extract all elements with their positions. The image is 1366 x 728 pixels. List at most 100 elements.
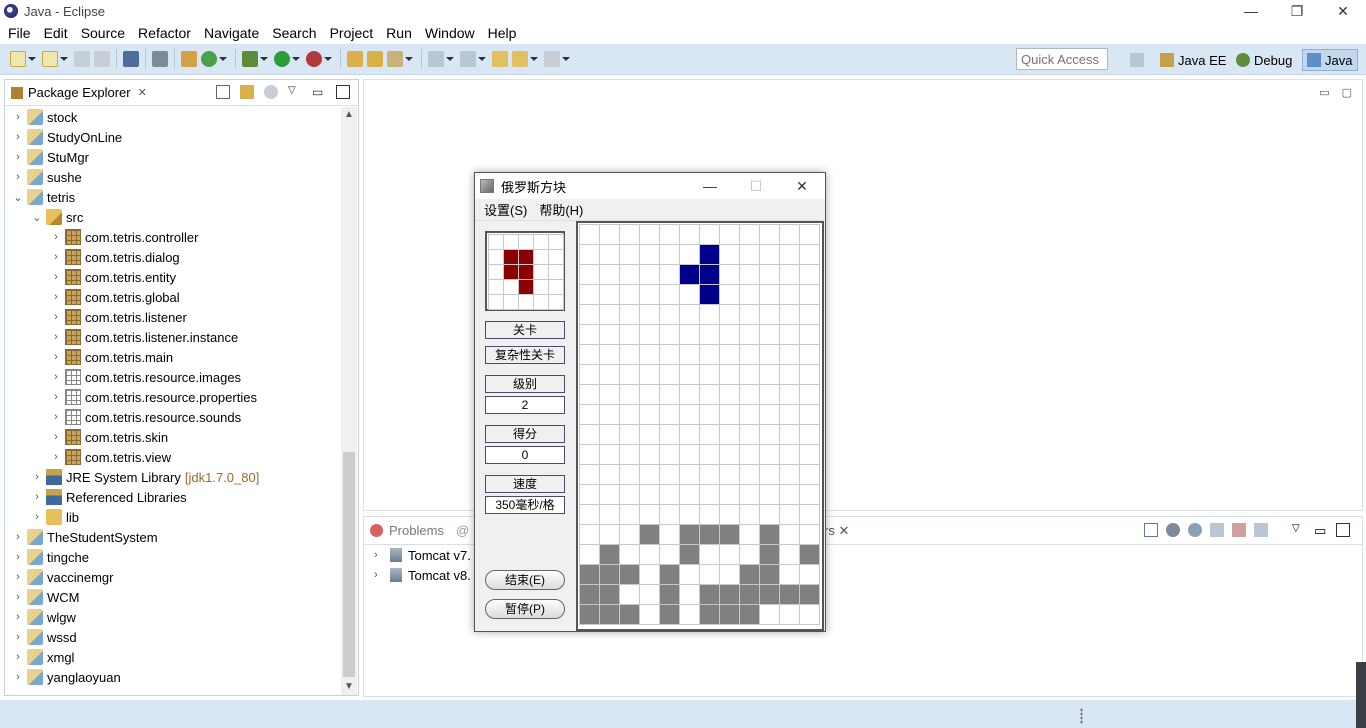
tree-item[interactable]: › StudyOnLine [11,127,122,147]
open-task-icon[interactable] [367,51,383,67]
debug-dropdown-icon[interactable] [260,55,268,63]
tree-item[interactable]: › com.tetris.entity [49,267,176,287]
menu-help[interactable]: 帮助(H) [539,200,583,219]
tree-item[interactable]: ⌄ src [30,207,83,227]
debug-server-icon[interactable] [1166,523,1180,537]
focus-icon[interactable] [264,85,278,99]
close-button[interactable]: ✕ [1320,0,1366,22]
new-project-dropdown-icon[interactable] [60,55,68,63]
expand-arrow-icon[interactable]: › [11,111,25,123]
menu-settings[interactable]: 设置(S) [484,200,527,219]
expand-arrow-icon[interactable]: › [11,651,25,663]
next-annotation-icon[interactable] [428,51,444,67]
refresh-dropdown-icon[interactable] [219,55,227,63]
stop-server-icon[interactable] [1232,523,1246,537]
publish-icon[interactable] [1254,523,1268,537]
tree-item[interactable]: › com.tetris.main [49,347,173,367]
menu-file[interactable]: File [3,25,36,41]
expand-arrow-icon[interactable]: › [374,569,388,581]
tree-item[interactable]: › com.tetris.resource.properties [49,387,257,407]
run-icon[interactable] [274,51,290,67]
perspective-java-ee[interactable]: Java EE [1160,49,1226,71]
tree-item[interactable]: › yanglaoyuan [11,667,121,687]
debug-icon[interactable] [242,51,258,67]
prev-annotation-dropdown-icon[interactable] [478,55,486,63]
tetris-maximize-button[interactable]: ☐ [733,173,779,199]
open-type-icon[interactable] [181,51,197,67]
expand-arrow-icon[interactable]: › [374,549,388,561]
expand-arrow-icon[interactable]: › [11,171,25,183]
expand-arrow-icon[interactable]: › [11,531,25,543]
view-menu-icon[interactable]: ▽ [1292,523,1306,537]
expand-arrow-icon[interactable]: › [11,611,25,623]
vertical-scrollbar[interactable]: ▲ ▼ [341,107,357,695]
expand-arrow-icon[interactable]: › [30,491,44,503]
tree-item[interactable]: › WCM [11,587,80,607]
tree-item[interactable]: › com.tetris.controller [49,227,198,247]
tree-item[interactable]: › xmgl [11,647,74,667]
collapse-arrow-icon[interactable]: ⌄ [11,191,25,204]
restore-button[interactable]: ❐ [1274,0,1320,22]
tab-package-explorer[interactable]: Package Explorer ✕ [5,80,153,106]
tab-problems[interactable]: Problems [370,523,444,538]
tetris-minimize-button[interactable]: — [687,173,733,199]
minimize-view-icon[interactable]: ▭ [312,85,326,99]
menu-help[interactable]: Help [483,25,522,41]
expand-arrow-icon[interactable]: › [11,131,25,143]
expand-arrow-icon[interactable]: › [49,351,63,363]
new-project-icon[interactable] [42,51,58,67]
link-with-editor-icon[interactable] [240,85,254,99]
expand-arrow-icon[interactable]: › [11,671,25,683]
external-tools-dropdown-icon[interactable] [324,55,332,63]
maximize-editor-icon[interactable]: ▢ [1342,86,1352,99]
expand-arrow-icon[interactable]: › [49,371,63,383]
tree-item[interactable]: › com.tetris.resource.sounds [49,407,241,427]
perspective-debug[interactable]: Debug [1236,49,1292,71]
expand-arrow-icon[interactable]: › [49,431,63,443]
pencil-icon[interactable] [387,51,403,67]
last-edit-icon[interactable] [492,51,508,67]
open-perspective-button[interactable] [1130,49,1148,71]
new-dropdown-icon[interactable] [28,55,36,63]
tree-item[interactable]: › com.tetris.global [49,287,180,307]
minimize-button[interactable]: — [1228,0,1274,22]
minimize-view-icon[interactable]: ▭ [1314,523,1328,538]
tree-item[interactable]: › com.tetris.resource.images [49,367,241,387]
menu-project[interactable]: Project [325,25,379,41]
tree-item[interactable]: › JRE System Library [jdk1.7.0_80] [30,467,259,487]
expand-arrow-icon[interactable]: › [11,631,25,643]
tree-item[interactable]: › wlgw [11,607,76,627]
menu-run[interactable]: Run [381,25,417,41]
tree-item[interactable]: › TheStudentSystem [11,527,158,547]
run-dropdown-icon[interactable] [292,55,300,63]
save-all-icon[interactable] [94,51,110,67]
expand-arrow-icon[interactable]: › [30,511,44,523]
expand-arrow-icon[interactable]: › [11,151,25,163]
new-icon[interactable] [10,51,26,67]
back-arrow-icon[interactable] [512,51,528,67]
pause-button[interactable]: 暂停(P) [485,599,565,619]
server-tomcat8[interactable]: › Tomcat v8. [374,565,471,585]
expand-arrow-icon[interactable]: › [11,591,25,603]
tree-item[interactable]: › com.tetris.dialog [49,247,180,267]
tree-item[interactable]: › lib [30,507,79,527]
start-server-icon[interactable] [1188,523,1202,537]
tab-servers[interactable]: rs ✕ [824,523,849,539]
menu-edit[interactable]: Edit [39,25,73,41]
expand-arrow-icon[interactable]: › [49,271,63,283]
tree-item[interactable]: › Referenced Libraries [30,487,187,507]
forward-dropdown-icon[interactable] [562,55,570,63]
back-dropdown-icon[interactable] [530,55,538,63]
next-annotation-dropdown-icon[interactable] [446,55,454,63]
external-tools-icon[interactable] [306,51,322,67]
close-servers-tab-icon[interactable]: ✕ [838,523,849,538]
expand-arrow-icon[interactable]: › [49,391,63,403]
scroll-down-icon[interactable]: ▼ [341,679,357,695]
view-menu-icon[interactable]: ▽ [288,85,302,99]
tree-item[interactable]: › wssd [11,627,77,647]
tree-item[interactable]: › tingche [11,547,89,567]
expand-arrow-icon[interactable]: › [49,411,63,423]
end-button[interactable]: 结束(E) [485,570,565,590]
prev-annotation-icon[interactable] [460,51,476,67]
server-tomcat7[interactable]: › Tomcat v7. [374,545,471,565]
